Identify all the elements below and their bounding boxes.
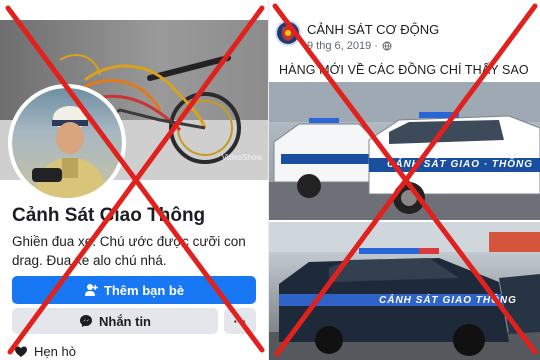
avatar-photo [12, 88, 122, 198]
message-label: Nhắn tin [99, 313, 151, 329]
post-photo-1[interactable]: CẢNH SÁT GIAO · THÔNG [269, 82, 540, 220]
page-avatar[interactable] [275, 20, 301, 46]
post-text: HÀNG MỚI VỀ CÁC ĐỒNG CHÍ THẤY SAO [279, 63, 529, 77]
car-label-1: CẢNH SÁT GIAO · THÔNG [387, 159, 533, 170]
add-friend-button[interactable]: Thêm bạn bè [12, 276, 256, 304]
profile-bio: Ghiền đua xe. Chú ước được cưỡi con drag… [12, 234, 246, 268]
police-badge-icon [282, 25, 294, 41]
police-cars-image-2 [269, 222, 540, 360]
add-person-icon [84, 284, 98, 296]
police-cars-image-1 [269, 82, 540, 220]
profile-panel: VideoShow Cảnh Sát Giao Thông Ghiền đua … [0, 0, 268, 360]
globe-icon [382, 41, 392, 51]
more-options-button[interactable]: ··· [224, 308, 256, 334]
profile-avatar[interactable] [8, 84, 126, 202]
dating-label: Hẹn hò [34, 344, 76, 359]
more-label: ··· [233, 313, 247, 329]
post-date-row: 9 thg 6, 2019 · [307, 40, 392, 52]
car-label-2: CẢNH SÁT GIAO THÔNG [379, 295, 517, 306]
cover-watermark: VideoShow [221, 153, 262, 162]
post-date: 9 thg 6, 2019 · [307, 40, 378, 52]
page-name[interactable]: CẢNH SÁT CƠ ĐỘNG [307, 22, 439, 37]
dating-row[interactable]: Hẹn hò [14, 344, 76, 359]
profile-name: Cảnh Sát Giao Thông [12, 205, 206, 226]
heart-icon [15, 346, 27, 357]
messenger-icon [80, 315, 92, 327]
add-friend-label: Thêm bạn bè [103, 282, 185, 298]
officer-figure [32, 106, 108, 198]
post-panel: CẢNH SÁT CƠ ĐỘNG 9 thg 6, 2019 · HÀNG MỚ… [269, 0, 540, 360]
post-photo-2[interactable]: CẢNH SÁT GIAO THÔNG [269, 222, 540, 360]
message-button[interactable]: Nhắn tin [12, 308, 218, 334]
